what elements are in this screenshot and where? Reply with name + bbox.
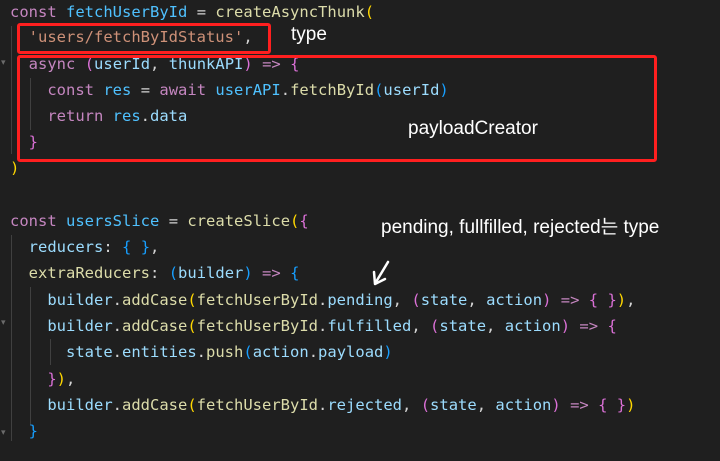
code-line-16: } [28, 422, 39, 440]
code-line-8: const usersSlice = createSlice({ [10, 212, 309, 230]
fold-chevron-icon[interactable]: ▾ [1, 58, 6, 68]
payload-creator-annotation: payloadCreator [408, 118, 538, 139]
fold-chevron-icon[interactable]: ▾ [1, 428, 6, 438]
fold-chevron-icon[interactable]: ▾ [1, 318, 6, 328]
pending-note-annotation: pending, fullfilled, rejected는 type [381, 217, 660, 238]
type-highlight-box [17, 23, 271, 54]
payload-creator-highlight-box [17, 55, 657, 162]
code-line-15: builder.addCase(fetchUserById.rejected, … [47, 396, 636, 414]
type-annotation: type [291, 24, 327, 45]
code-line-11: builder.addCase(fetchUserById.pending, (… [47, 291, 636, 309]
code-line-13: state.entities.push(action.payload) [66, 343, 393, 361]
code-line-14: }), [47, 370, 76, 388]
code-line-12: builder.addCase(fetchUserById.fulfilled,… [47, 317, 617, 335]
code-line-1: const fetchUserById = createAsyncThunk( [10, 3, 375, 21]
arrow-icon [372, 260, 390, 286]
code-line-10: extraReducers: (builder) => { [28, 264, 300, 282]
code-line-9: reducers: { }, [28, 238, 160, 256]
